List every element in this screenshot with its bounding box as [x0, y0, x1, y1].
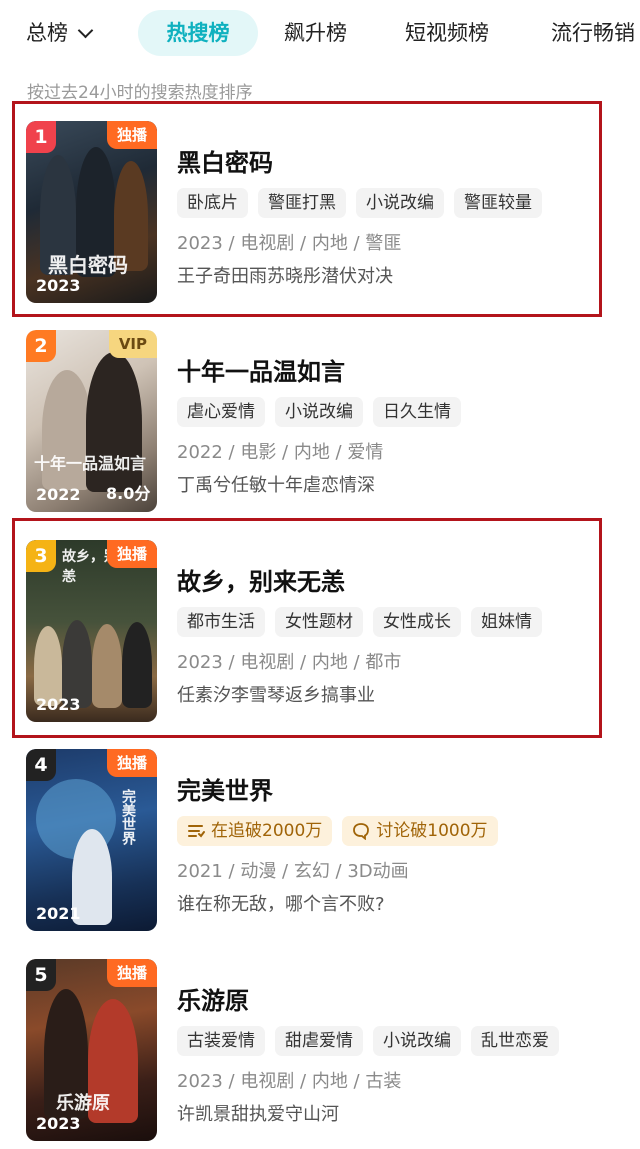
poster-year: 2023	[36, 1114, 81, 1133]
tag[interactable]: 警匪较量	[454, 188, 542, 218]
exclusive-badge: 独播	[106, 959, 157, 987]
poster-calligraphy: 黑白密码	[48, 253, 128, 277]
list-item-2[interactable]: 十年一品温如言 2 VIP 2022 8.0分 十年一品温如言 虐心爱情 小说改…	[0, 320, 640, 520]
item-title[interactable]: 完美世界	[177, 771, 273, 806]
rank-badge: 4	[26, 749, 56, 781]
tag-list: 虐心爱情 小说改编 日久生情	[177, 397, 461, 427]
tag[interactable]: 乱世恋爱	[471, 1026, 559, 1056]
tag[interactable]: 女性成长	[373, 607, 461, 637]
rank-badge: 5	[26, 959, 56, 991]
category-dropdown[interactable]: 总榜	[26, 10, 94, 56]
ranking-subtitle: 按过去24小时的搜索热度排序	[27, 83, 253, 103]
item-description: 任素汐李雪琴返乡搞事业	[177, 685, 375, 706]
tag[interactable]: 卧底片	[177, 188, 248, 218]
tag-list: 都市生活 女性题材 女性成长 姐妹情	[177, 607, 542, 637]
poster-calligraphy: 乐游原	[56, 1093, 110, 1114]
poster-image[interactable]: 完美世界 4 独播 2021	[26, 749, 157, 931]
poster-calligraphy: 完美世界	[120, 789, 136, 845]
hot-tag-following[interactable]: 在追破2000万	[177, 816, 333, 846]
item-description: 王子奇田雨苏晓彤潜伏对决	[177, 266, 393, 287]
tag[interactable]: 日久生情	[373, 397, 461, 427]
tag[interactable]: 小说改编	[356, 188, 444, 218]
tag-list: 在追破2000万 讨论破1000万	[177, 816, 498, 846]
poster-score: 8.0分	[106, 484, 151, 503]
category-dropdown-label: 总榜	[26, 21, 68, 45]
poster-image[interactable]: 黑白密码 1 独播 2023	[26, 121, 157, 303]
item-description: 许凯景甜执爱守山河	[177, 1104, 339, 1125]
item-meta: 2023 / 电视剧 / 内地 / 警匪	[177, 233, 402, 254]
tag[interactable]: 小说改编	[373, 1026, 461, 1056]
tag[interactable]: 小说改编	[275, 397, 363, 427]
list-item-4[interactable]: 完美世界 4 独播 2021 完美世界 在追破2000万 讨论破1000万 20…	[0, 739, 640, 939]
tag[interactable]: 甜虐爱情	[275, 1026, 363, 1056]
tag[interactable]: 姐妹情	[471, 607, 542, 637]
exclusive-badge: 独播	[106, 121, 157, 149]
rank-badge: 2	[26, 330, 56, 362]
poster-year: 2021	[36, 904, 81, 923]
comment-icon	[353, 823, 370, 840]
poster-calligraphy: 十年一品温如言	[34, 454, 147, 473]
list-item-1[interactable]: 黑白密码 1 独播 2023 黑白密码 卧底片 警匪打黑 小说改编 警匪较量 2…	[0, 101, 640, 317]
hot-tag-discussion[interactable]: 讨论破1000万	[342, 816, 498, 846]
list-item-5[interactable]: 乐游原 5 独播 2023 乐游原 古装爱情 甜虐爱情 小说改编 乱世恋爱 20…	[0, 949, 640, 1149]
vip-badge: VIP	[108, 330, 157, 358]
tag[interactable]: 古装爱情	[177, 1026, 265, 1056]
item-title[interactable]: 十年一品温如言	[177, 352, 345, 387]
item-description: 谁在称无敌，哪个言不败?	[177, 894, 385, 915]
tag[interactable]: 警匪打黑	[258, 188, 346, 218]
item-meta: 2023 / 电视剧 / 内地 / 古装	[177, 1071, 402, 1092]
item-title[interactable]: 故乡，别来无恙	[177, 562, 345, 597]
item-title[interactable]: 乐游原	[177, 981, 249, 1016]
exclusive-badge: 独播	[106, 540, 157, 568]
tag[interactable]: 女性题材	[275, 607, 363, 637]
tab-rising[interactable]: 飙升榜	[284, 10, 347, 56]
rank-badge: 1	[26, 121, 56, 153]
chevron-down-icon	[77, 22, 94, 38]
hot-tag-label: 在追破2000万	[211, 821, 323, 841]
hot-tag-label: 讨论破1000万	[376, 821, 488, 841]
exclusive-badge: 独播	[106, 749, 157, 777]
poster-year: 2023	[36, 276, 81, 295]
poster-image[interactable]: 乐游原 5 独播 2023	[26, 959, 157, 1141]
top-tab-bar: 总榜 热搜榜 飙升榜 短视频榜 流行畅销	[0, 0, 640, 70]
poster-image[interactable]: 故乡，别来无恙 3 独播 2023	[26, 540, 157, 722]
tag-list: 古装爱情 甜虐爱情 小说改编 乱世恋爱	[177, 1026, 559, 1056]
tag-list: 卧底片 警匪打黑 小说改编 警匪较量	[177, 188, 542, 218]
tag[interactable]: 虐心爱情	[177, 397, 265, 427]
tab-popular[interactable]: 流行畅销	[551, 10, 635, 56]
list-icon	[188, 825, 205, 838]
poster-year: 2023	[36, 695, 81, 714]
item-meta: 2023 / 电视剧 / 内地 / 都市	[177, 652, 402, 673]
tag[interactable]: 都市生活	[177, 607, 265, 637]
poster-image[interactable]: 十年一品温如言 2 VIP 2022 8.0分	[26, 330, 157, 512]
list-item-3[interactable]: 故乡，别来无恙 3 独播 2023 故乡，别来无恙 都市生活 女性题材 女性成长…	[0, 518, 640, 738]
tab-short-video[interactable]: 短视频榜	[405, 10, 489, 56]
item-title[interactable]: 黑白密码	[177, 143, 273, 178]
item-description: 丁禹兮任敏十年虐恋情深	[177, 475, 375, 496]
rank-badge: 3	[26, 540, 56, 572]
tab-hot-search[interactable]: 热搜榜	[138, 10, 258, 56]
item-meta: 2021 / 动漫 / 玄幻 / 3D动画	[177, 861, 409, 882]
item-meta: 2022 / 电影 / 内地 / 爱情	[177, 442, 384, 463]
poster-year: 2022	[36, 485, 81, 504]
